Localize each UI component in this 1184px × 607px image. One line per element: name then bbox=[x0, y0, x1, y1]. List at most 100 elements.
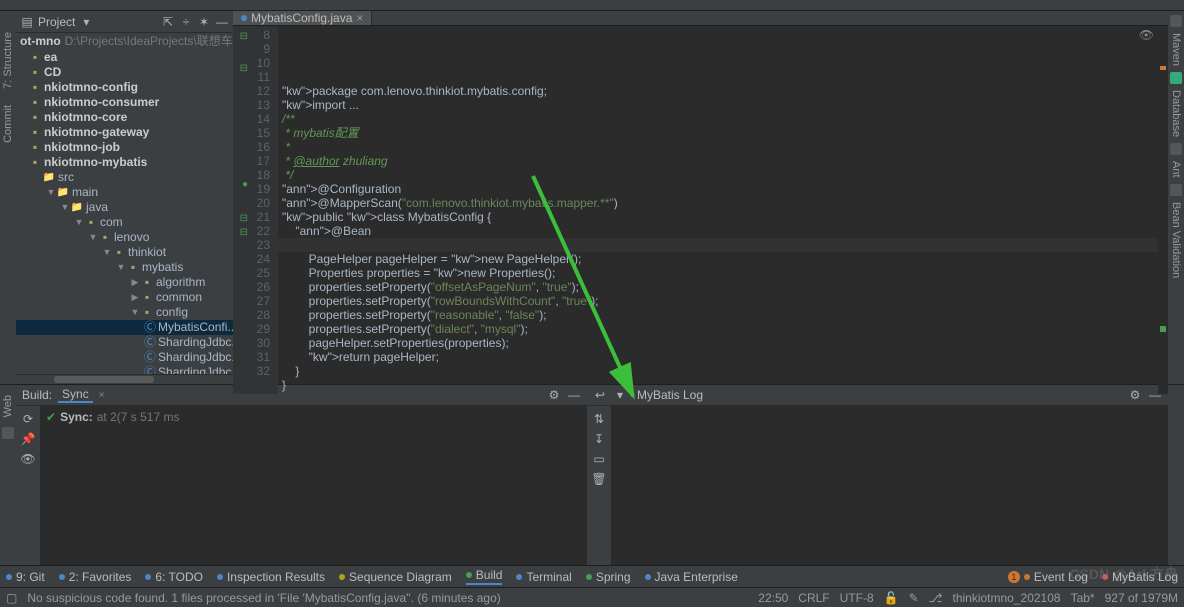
clear-icon[interactable]: ▭ bbox=[592, 452, 606, 466]
tree-label: MybatisConfi... bbox=[158, 320, 233, 335]
tree-item-mybatis[interactable]: ▼▪mybatis bbox=[16, 260, 233, 275]
tree-item-nkiotmnocore[interactable]: ▪nkiotmno-core bbox=[16, 110, 233, 125]
tool-label: Sequence Diagram bbox=[349, 570, 452, 584]
tree-item-thinkiot[interactable]: ▼▪thinkiot bbox=[16, 245, 233, 260]
chevron-down-icon[interactable]: ▾ bbox=[79, 15, 93, 29]
rail-commit[interactable]: Commit bbox=[2, 105, 14, 143]
class-icon: Ⓒ bbox=[144, 367, 156, 375]
square-icon[interactable] bbox=[2, 427, 14, 439]
tool-terminal[interactable]: Terminal bbox=[516, 570, 571, 584]
tool-javaee[interactable]: Java Enterprise bbox=[645, 570, 738, 584]
reader-mode-icon[interactable]: 👁 bbox=[1139, 28, 1154, 42]
tree-item-nkiotmnoconfig[interactable]: ▪nkiotmno-config bbox=[16, 80, 233, 95]
tree-item-common[interactable]: ▶▪common bbox=[16, 290, 233, 305]
divide-icon[interactable]: ÷ bbox=[179, 15, 193, 29]
folder-icon: ▪ bbox=[28, 52, 42, 64]
rail-maven[interactable]: Maven bbox=[1170, 33, 1182, 66]
mybatis-log-content[interactable] bbox=[611, 406, 1168, 565]
tool-eventlog[interactable]: 1Event Log bbox=[1008, 570, 1088, 584]
gutter-icon[interactable]: ⊟ bbox=[240, 62, 248, 76]
scroll-icon[interactable]: ↧ bbox=[592, 432, 606, 446]
hide-icon[interactable]: — bbox=[215, 15, 229, 29]
tool-todo[interactable]: 6: TODO bbox=[145, 570, 203, 584]
tree-label: main bbox=[72, 185, 98, 200]
tree-item-lenovo[interactable]: ▼▪lenovo bbox=[16, 230, 233, 245]
tree-item-nkiotmnogateway[interactable]: ▪nkiotmno-gateway bbox=[16, 125, 233, 140]
eye-icon[interactable]: 👁 bbox=[21, 452, 35, 466]
tree-item-shardingjdbc[interactable]: ⒸShardingJdbc... bbox=[16, 350, 233, 365]
tool-spring[interactable]: Spring bbox=[586, 570, 631, 584]
gutter-icon[interactable]: ⊟ bbox=[240, 30, 248, 44]
tree-item-shardingjdbc[interactable]: ⒸShardingJdbc... bbox=[16, 365, 233, 374]
tree-item-algorithm[interactable]: ▶▪algorithm bbox=[16, 275, 233, 290]
refresh-icon[interactable]: ⟳ bbox=[21, 412, 35, 426]
tree-item-ea[interactable]: ▪ea bbox=[16, 50, 233, 65]
status-sep[interactable]: CRLF bbox=[798, 591, 829, 605]
tree-label: nkiotmno-gateway bbox=[44, 125, 149, 140]
rail-structure[interactable]: 7: Structure bbox=[2, 32, 14, 89]
tree-item-nkiotmnomybatis[interactable]: ▪nkiotmno-mybatis bbox=[16, 155, 233, 170]
tab-mybatisconfig[interactable]: MybatisConfig.java × bbox=[233, 11, 372, 25]
tool-mybatislog[interactable]: MyBatis Log bbox=[1102, 570, 1178, 584]
rail-ant[interactable]: Ant bbox=[1170, 161, 1182, 178]
tree-label: com bbox=[100, 215, 123, 230]
folder-icon: ▪ bbox=[140, 277, 154, 289]
lock-icon[interactable]: 🔓 bbox=[884, 591, 899, 605]
branch-icon[interactable]: ⎇ bbox=[929, 591, 943, 605]
tool-seqdiag[interactable]: Sequence Diagram bbox=[339, 570, 452, 584]
tree-item-java[interactable]: ▼📁java bbox=[16, 200, 233, 215]
collapse-icon[interactable]: ⇱ bbox=[161, 15, 175, 29]
status-enc[interactable]: UTF-8 bbox=[840, 591, 874, 605]
close-icon[interactable]: × bbox=[356, 11, 363, 25]
tree-item-src[interactable]: 📁src bbox=[16, 170, 233, 185]
ant-icon[interactable] bbox=[1170, 143, 1182, 155]
breadcrumb-root: ot-mno bbox=[20, 34, 61, 48]
gutter-icon[interactable]: ⊟ bbox=[240, 226, 248, 240]
tree-hscroll[interactable] bbox=[16, 374, 233, 384]
project-title[interactable]: Project bbox=[38, 15, 75, 29]
tree-item-mybatisconfi[interactable]: ⒸMybatisConfi... bbox=[16, 320, 233, 335]
sync-status-row[interactable]: ✔ Sync: at 2(7 s 517 ms bbox=[46, 410, 581, 424]
rail-beanvalidation[interactable]: Bean Validation bbox=[1170, 202, 1182, 278]
star-icon bbox=[59, 574, 65, 580]
tree-item-cd[interactable]: ▪CD bbox=[16, 65, 233, 80]
maven-icon[interactable] bbox=[1170, 15, 1182, 27]
tool-build[interactable]: Build bbox=[466, 568, 503, 585]
tool-favorites[interactable]: 2: Favorites bbox=[59, 570, 132, 584]
project-tree[interactable]: ▪ea▪CD▪nkiotmno-config▪nkiotmno-consumer… bbox=[16, 48, 233, 374]
tool-inspection[interactable]: Inspection Results bbox=[217, 570, 325, 584]
class-icon: Ⓒ bbox=[144, 352, 156, 364]
write-icon[interactable]: ✎ bbox=[909, 591, 919, 605]
tool-git[interactable]: 9: Git bbox=[6, 570, 45, 584]
sort-icon[interactable]: ⇅ bbox=[592, 412, 606, 426]
editor-tabs: MybatisConfig.java × bbox=[233, 11, 1168, 26]
status-mem[interactable]: 927 of 1979M bbox=[1105, 591, 1178, 605]
status-square-icon[interactable]: ▢ bbox=[6, 591, 17, 605]
tab-sync[interactable]: Sync bbox=[58, 387, 93, 403]
gutter-icon[interactable]: ● bbox=[242, 178, 248, 192]
tree-item-nkiotmnojob[interactable]: ▪nkiotmno-job bbox=[16, 140, 233, 155]
tree-item-nkiotmnoconsumer[interactable]: ▪nkiotmno-consumer bbox=[16, 95, 233, 110]
tool-label: 2: Favorites bbox=[69, 570, 132, 584]
close-sync-icon[interactable]: × bbox=[99, 390, 105, 401]
rail-database[interactable]: Database bbox=[1170, 90, 1182, 137]
cup-icon bbox=[645, 574, 651, 580]
gutter-icon[interactable]: ⊟ bbox=[240, 212, 248, 226]
project-header: ▤ Project ▾ ⇱ ÷ ✶ — bbox=[16, 11, 233, 33]
folder-icon: ▪ bbox=[28, 127, 42, 139]
database-icon[interactable] bbox=[1170, 72, 1182, 84]
tab-label: MybatisConfig.java bbox=[251, 11, 352, 25]
tree-item-config[interactable]: ▼▪config bbox=[16, 305, 233, 320]
tree-item-com[interactable]: ▼▪com bbox=[16, 215, 233, 230]
gear-icon[interactable]: ✶ bbox=[197, 15, 211, 29]
status-branch[interactable]: thinkiotmno_202108 bbox=[952, 591, 1060, 605]
pin-icon[interactable]: 📌 bbox=[21, 432, 35, 446]
rail-web[interactable]: Web bbox=[2, 395, 14, 417]
status-tab[interactable]: Tab* bbox=[1071, 591, 1095, 605]
tree-item-shardingjdbc[interactable]: ⒸShardingJdbc... bbox=[16, 335, 233, 350]
tree-item-main[interactable]: ▼📁main bbox=[16, 185, 233, 200]
bean-icon[interactable] bbox=[1170, 184, 1182, 196]
status-pos[interactable]: 22:50 bbox=[758, 591, 788, 605]
editor-code[interactable]: 👁 "kw">package com.lenovo.thinkiot.mybat… bbox=[278, 26, 1158, 394]
trash-icon[interactable]: 🗑 bbox=[592, 472, 606, 486]
